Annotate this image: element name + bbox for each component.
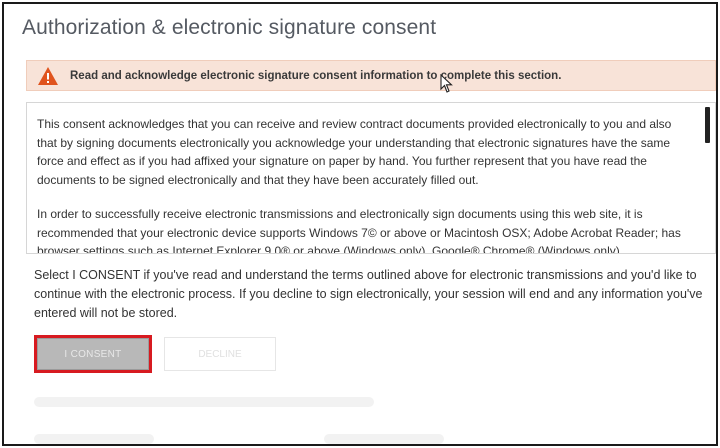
consent-button[interactable]: I CONSENT bbox=[34, 335, 152, 373]
disabled-field bbox=[34, 434, 154, 444]
scrollbar-thumb[interactable] bbox=[705, 107, 710, 143]
consent-button-label: I CONSENT bbox=[37, 338, 149, 370]
warning-icon bbox=[37, 66, 59, 86]
consent-paragraph: In order to successfully receive electro… bbox=[37, 207, 681, 254]
page-title: Authorization & electronic signature con… bbox=[22, 16, 437, 39]
consent-text-scrollbox[interactable]: This consent acknowledges that you can r… bbox=[26, 102, 716, 254]
warning-alert: Read and acknowledge electronic signatur… bbox=[26, 60, 716, 91]
consent-paragraph: This consent acknowledges that you can r… bbox=[37, 117, 672, 187]
decline-button[interactable]: DECLINE bbox=[164, 337, 276, 371]
mouse-cursor-icon bbox=[440, 74, 453, 93]
consent-panel: Authorization & electronic signature con… bbox=[2, 2, 718, 446]
consent-instructions: Select I CONSENT if you've read and unde… bbox=[34, 268, 703, 320]
alert-message: Read and acknowledge electronic signatur… bbox=[70, 69, 562, 82]
disabled-checkbox-row bbox=[34, 397, 374, 407]
disabled-field bbox=[324, 434, 444, 444]
